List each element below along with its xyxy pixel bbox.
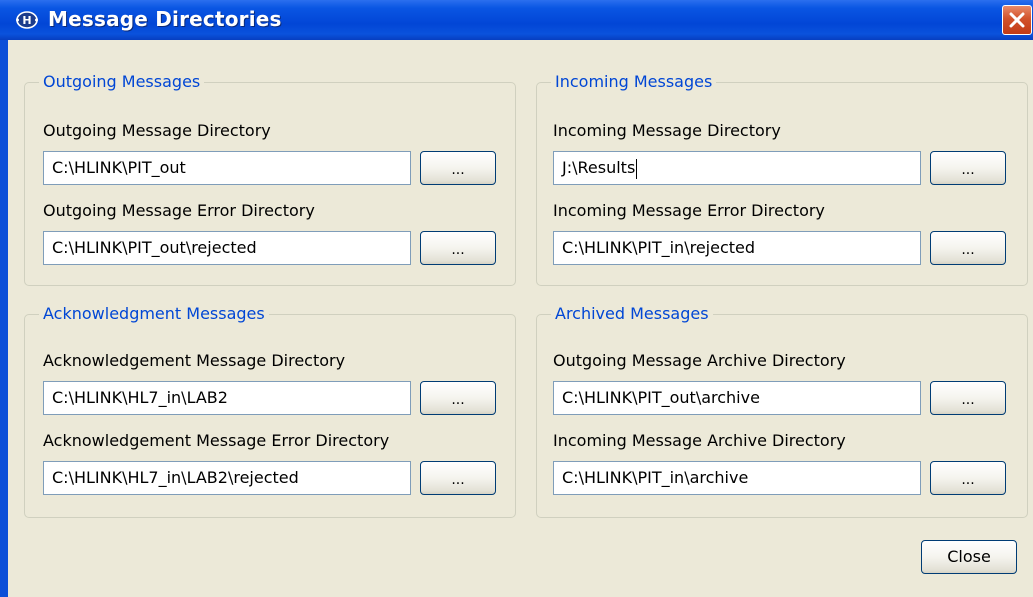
incoming-messages-group: Incoming Messages Incoming Message Direc… xyxy=(536,73,1028,286)
close-button[interactable]: Close xyxy=(921,540,1017,574)
svg-text:H: H xyxy=(22,14,31,27)
outgoing-messages-group: Outgoing Messages Outgoing Message Direc… xyxy=(24,73,516,286)
ack-dir-label: Acknowledgement Message Directory xyxy=(43,351,346,370)
outgoing-messages-legend: Outgoing Messages xyxy=(39,73,205,91)
close-icon xyxy=(1009,12,1025,28)
hlink-app-icon: H xyxy=(16,11,38,29)
title-bar[interactable]: H Message Directories xyxy=(0,0,1033,40)
incoming-err-input[interactable]: C:\HLINK\PIT_in\rejected xyxy=(553,231,921,265)
ack-dir-browse-button[interactable]: ... xyxy=(420,381,496,415)
message-directories-window: H Message Directories Outgoing Messages … xyxy=(0,0,1033,597)
archive-in-browse-button[interactable]: ... xyxy=(930,461,1006,495)
archive-out-browse-button[interactable]: ... xyxy=(930,381,1006,415)
dialog-client-area: Outgoing Messages Outgoing Message Direc… xyxy=(8,40,1033,597)
text-caret xyxy=(636,158,638,179)
incoming-dir-browse-button[interactable]: ... xyxy=(930,151,1006,185)
archive-in-input[interactable]: C:\HLINK\PIT_in\archive xyxy=(553,461,921,495)
incoming-dir-label: Incoming Message Directory xyxy=(553,121,781,140)
ack-err-input[interactable]: C:\HLINK\HL7_in\LAB2\rejected xyxy=(43,461,411,495)
outgoing-err-browse-button[interactable]: ... xyxy=(420,231,496,265)
acknowledgment-messages-legend: Acknowledgment Messages xyxy=(39,305,269,323)
ack-err-label: Acknowledgement Message Error Directory xyxy=(43,431,390,450)
archived-messages-legend: Archived Messages xyxy=(551,305,713,323)
incoming-messages-legend: Incoming Messages xyxy=(551,73,717,91)
incoming-dir-input[interactable]: J:\Results xyxy=(553,151,921,185)
acknowledgment-messages-group: Acknowledgment Messages Acknowledgement … xyxy=(24,305,516,518)
archive-out-label: Outgoing Message Archive Directory xyxy=(553,351,846,370)
ack-dir-input[interactable]: C:\HLINK\HL7_in\LAB2 xyxy=(43,381,411,415)
outgoing-dir-browse-button[interactable]: ... xyxy=(420,151,496,185)
window-title: Message Directories xyxy=(48,7,282,31)
archived-messages-group: Archived Messages Outgoing Message Archi… xyxy=(536,305,1028,518)
outgoing-err-label: Outgoing Message Error Directory xyxy=(43,201,315,220)
incoming-err-browse-button[interactable]: ... xyxy=(930,231,1006,265)
outgoing-dir-label: Outgoing Message Directory xyxy=(43,121,271,140)
archive-in-label: Incoming Message Archive Directory xyxy=(553,431,846,450)
ack-err-browse-button[interactable]: ... xyxy=(420,461,496,495)
incoming-dir-value: J:\Results xyxy=(562,158,636,177)
outgoing-err-input[interactable]: C:\HLINK\PIT_out\rejected xyxy=(43,231,411,265)
incoming-err-label: Incoming Message Error Directory xyxy=(553,201,825,220)
outgoing-dir-input[interactable]: C:\HLINK\PIT_out xyxy=(43,151,411,185)
archive-out-input[interactable]: C:\HLINK\PIT_out\archive xyxy=(553,381,921,415)
window-close-button[interactable] xyxy=(1002,5,1032,35)
